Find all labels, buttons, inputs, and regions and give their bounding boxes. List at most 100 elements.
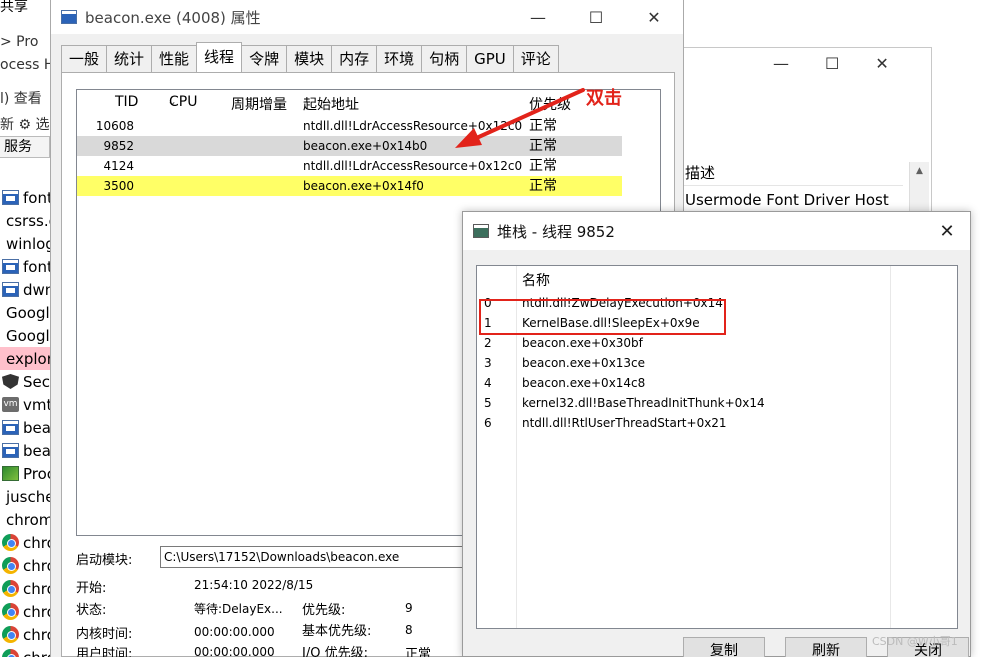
process-row[interactable]: chrome.exe bbox=[0, 577, 50, 600]
process-row[interactable]: chrome.exe bbox=[0, 554, 50, 577]
state-value: 等待:DelayEx... bbox=[194, 602, 283, 616]
stack-titlebar[interactable]: 堆栈 - 线程 9852 ✕ bbox=[463, 212, 970, 250]
thread-priority-cell: 正常 bbox=[529, 138, 557, 154]
properties-tabs: 一般 统计 性能 线程 令牌 模块 内存 环境 句柄 GPU 评论 bbox=[61, 42, 559, 72]
thread-start-cell: beacon.exe+0x14f0 bbox=[303, 179, 424, 193]
thread-start-cell: ntdll.dll!LdrAccessResource+0x12c0 bbox=[303, 119, 523, 133]
thread-row[interactable]: 9852 beacon.exe+0x14b0 正常 bbox=[77, 136, 622, 156]
process-row[interactable]: dwm.exe bbox=[0, 278, 50, 301]
process-row[interactable]: beacon.exe bbox=[0, 416, 50, 439]
tab-1[interactable]: 统计 bbox=[106, 45, 153, 72]
chrome-process-icon bbox=[2, 626, 19, 643]
process-row[interactable]: fontdrvhost.exe bbox=[0, 186, 50, 209]
process-name: SecurityHealthSystray.exe bbox=[23, 372, 50, 391]
win-process-icon bbox=[2, 420, 19, 435]
chrome-process-icon bbox=[2, 580, 19, 597]
copy-button[interactable]: 复制 bbox=[683, 637, 765, 657]
properties-title: beacon.exe (4008) 属性 bbox=[85, 8, 261, 27]
stack-frame-row[interactable]: 2 beacon.exe+0x30bf bbox=[477, 333, 887, 353]
process-row[interactable]: vm vmtoolsd.exe bbox=[0, 393, 50, 416]
behind-window: — ☐ ✕ 描述 Usermode Font Driver Host bbox=[683, 47, 932, 218]
process-row[interactable]: chrome.exe bbox=[0, 531, 50, 554]
window-controls: — ☐ ✕ bbox=[509, 0, 683, 34]
col-start-address[interactable]: 起始地址 bbox=[303, 94, 359, 114]
tab-5[interactable]: 模块 bbox=[286, 45, 333, 72]
kernel-time-value: 00:00:00.000 bbox=[194, 625, 275, 639]
start-module-field[interactable]: C:\Users\17152\Downloads\beacon.exe bbox=[160, 546, 480, 568]
thread-row[interactable]: 10608 ntdll.dll!LdrAccessResource+0x12c0 正… bbox=[77, 116, 622, 136]
refresh-button[interactable]: 刷新 bbox=[785, 637, 867, 657]
base-priority-value: 8 bbox=[405, 623, 413, 637]
col-tid[interactable]: TID bbox=[115, 94, 138, 110]
col-priority[interactable]: 优先级 bbox=[529, 94, 571, 114]
minimize-icon[interactable]: — bbox=[509, 0, 567, 34]
col-cycles[interactable]: 周期增量 bbox=[231, 94, 287, 114]
tab-8[interactable]: 句柄 bbox=[421, 45, 468, 72]
bg-menu-fragment: 新 ⚙ 选 bbox=[0, 117, 50, 133]
tab-6[interactable]: 内存 bbox=[331, 45, 378, 72]
close-icon[interactable]: ✕ bbox=[625, 0, 683, 34]
properties-titlebar[interactable]: beacon.exe (4008) 属性 — ☐ ✕ bbox=[51, 0, 683, 34]
stack-frame-row[interactable]: 3 beacon.exe+0x13ce bbox=[477, 353, 887, 373]
close-icon[interactable]: ✕ bbox=[924, 212, 970, 250]
minimize-icon[interactable]: — bbox=[773, 54, 789, 73]
process-row[interactable]: chrome.exe bbox=[0, 600, 50, 623]
process-row[interactable]: winlogon.exe bbox=[0, 232, 50, 255]
process-row[interactable]: jusched.exe bbox=[0, 485, 50, 508]
process-name: chrome.exe bbox=[23, 602, 50, 621]
user-time-value: 00:00:00.000 bbox=[194, 645, 275, 657]
stack-frame-name: beacon.exe+0x14c8 bbox=[522, 376, 646, 390]
maximize-icon[interactable]: ☐ bbox=[567, 0, 625, 34]
process-name: dwm.exe bbox=[23, 280, 50, 299]
maximize-icon[interactable]: ☐ bbox=[825, 54, 839, 73]
blank-process-icon bbox=[2, 351, 4, 366]
shield-process-icon bbox=[2, 374, 19, 389]
process-row[interactable]: SecurityHealthSystray.exe bbox=[0, 370, 50, 393]
col-cpu[interactable]: CPU bbox=[169, 94, 197, 110]
thread-row[interactable]: 4124 ntdll.dll!LdrAccessResource+0x12c0 正常 bbox=[77, 156, 622, 176]
process-name: explorer.exe bbox=[6, 349, 50, 368]
tab-0[interactable]: 一般 bbox=[61, 45, 108, 72]
col-name[interactable]: 名称 bbox=[522, 270, 550, 290]
stack-frame-row[interactable]: 4 beacon.exe+0x14c8 bbox=[477, 373, 887, 393]
description-column-header[interactable]: 描述 bbox=[683, 160, 903, 186]
user-time-label: 用户时间: bbox=[76, 647, 133, 657]
win-process-icon bbox=[2, 282, 19, 297]
process-row[interactable]: chrome.exe bbox=[0, 623, 50, 646]
chrome-process-icon bbox=[2, 534, 19, 551]
blank-process-icon bbox=[2, 305, 4, 320]
process-row[interactable]: GoogleCrashHandler64.exe bbox=[0, 324, 50, 347]
tab-7[interactable]: 环境 bbox=[376, 45, 423, 72]
tab-4[interactable]: 令牌 bbox=[241, 45, 288, 72]
annotation-highlight-box bbox=[479, 299, 726, 335]
process-row[interactable]: ProcessHacker.exe bbox=[0, 462, 50, 485]
scrollbar[interactable] bbox=[909, 162, 929, 218]
process-row[interactable]: beacon.exe bbox=[0, 439, 50, 462]
process-row[interactable]: explorer.exe bbox=[0, 347, 50, 370]
stack-frame-row[interactable]: 5 kernel32.dll!BaseThreadInitThunk+0x14 bbox=[477, 393, 887, 413]
state-label: 状态: bbox=[76, 603, 107, 618]
process-row[interactable]: fontdrvhost.exe bbox=[0, 255, 50, 278]
process-name: beacon.exe bbox=[23, 418, 50, 437]
close-icon[interactable]: ✕ bbox=[875, 54, 888, 73]
bg-menu-fragment: ocess H bbox=[0, 57, 55, 73]
thread-row[interactable]: 3500 beacon.exe+0x14f0 正常 bbox=[77, 176, 622, 196]
process-row[interactable]: chrome.exe bbox=[0, 508, 50, 531]
start-label: 开始: bbox=[76, 581, 107, 596]
process-row[interactable]: csrss.exe bbox=[0, 209, 50, 232]
tab-3[interactable]: 线程 bbox=[196, 42, 243, 72]
process-row[interactable]: GoogleCrashHandler.exe bbox=[0, 301, 50, 324]
tab-9[interactable]: GPU bbox=[466, 45, 514, 72]
win-process-icon bbox=[2, 443, 19, 458]
proc-process-icon bbox=[2, 466, 19, 481]
stack-frame-row[interactable]: 6 ntdll.dll!RtlUserThreadStart+0x21 bbox=[477, 413, 887, 433]
tab-2[interactable]: 性能 bbox=[151, 45, 198, 72]
tab-10[interactable]: 评论 bbox=[512, 45, 559, 72]
bg-toolbar: 服务 bbox=[0, 136, 50, 158]
process-name: fontdrvhost.exe bbox=[23, 188, 50, 207]
stack-window-icon bbox=[473, 224, 489, 238]
stack-title: 堆栈 - 线程 9852 bbox=[497, 222, 615, 241]
thread-priority-cell: 正常 bbox=[529, 118, 557, 134]
process-row[interactable]: chrome.exe bbox=[0, 646, 50, 657]
services-tab[interactable]: 服务 bbox=[0, 139, 32, 155]
